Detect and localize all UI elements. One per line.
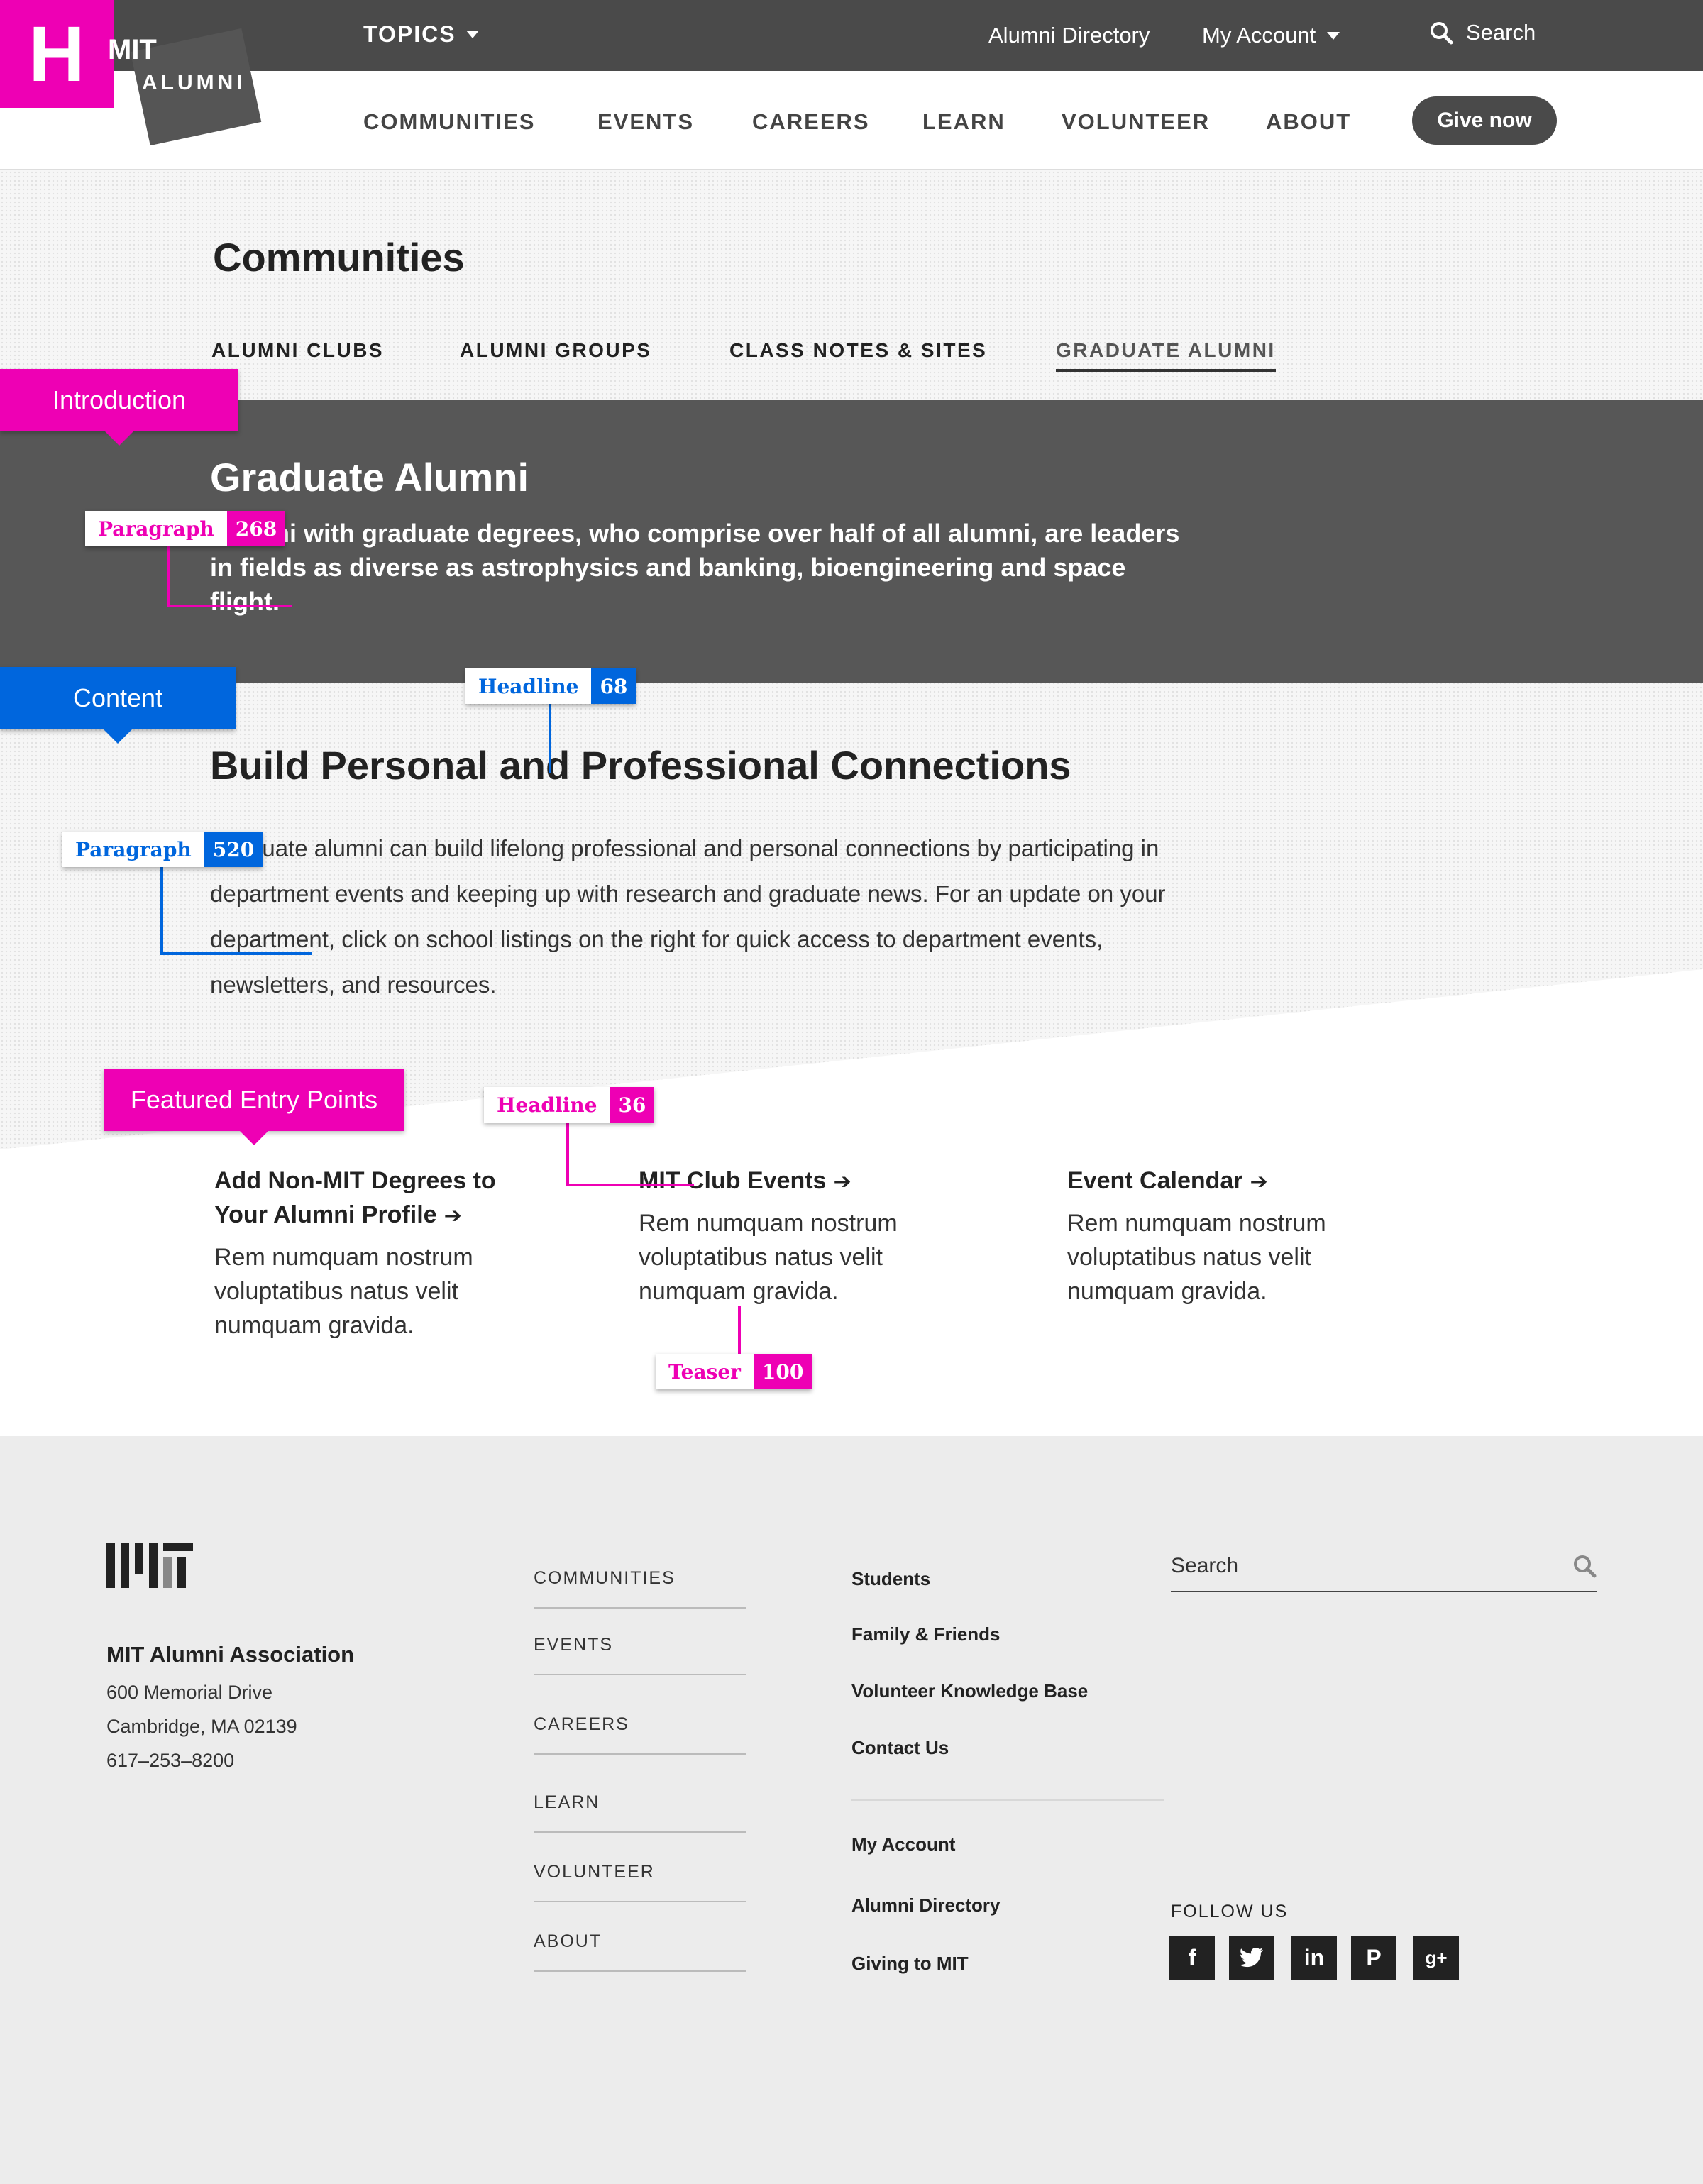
page-title: Communities: [213, 235, 465, 280]
annotation-leader-line: [167, 544, 170, 607]
annotation-leader-line: [160, 867, 163, 955]
footer-nav-communities[interactable]: COMMUNITIES: [534, 1568, 746, 1609]
footer-nav-volunteer[interactable]: VOLUNTEER: [534, 1862, 746, 1902]
annotation-leader-line: [167, 605, 292, 607]
my-account-menu[interactable]: My Account: [1202, 23, 1340, 48]
featured-item-title[interactable]: Add Non-MIT Degrees to Your Alumni Profi…: [214, 1164, 512, 1233]
annotation-leader-line: [738, 1306, 741, 1355]
annotation-paragraph-callout: Paragraph 268: [85, 511, 286, 546]
featured-item-title[interactable]: Event Calendar ➔: [1067, 1164, 1365, 1199]
facebook-icon[interactable]: f: [1169, 1936, 1215, 1980]
mit-logo[interactable]: [106, 1543, 193, 1588]
annotation-leader-line: [160, 952, 312, 955]
logo-alumni-text[interactable]: ALUMNI: [142, 71, 246, 95]
annotation-paragraph-callout: Paragraph 520: [62, 832, 263, 867]
annotation-headline-callout: Headline 36: [484, 1087, 655, 1123]
nav-volunteer[interactable]: VOLUNTEER: [1062, 109, 1210, 135]
caret-down-icon: [465, 31, 479, 38]
nav-careers[interactable]: CAREERS: [752, 109, 870, 135]
search-link[interactable]: Search: [1429, 20, 1536, 45]
arrow-right-icon: ➔: [1250, 1170, 1268, 1193]
callout-count: 100: [753, 1354, 812, 1389]
callout-count: 520: [204, 832, 263, 867]
callout-label: Headline: [465, 668, 592, 704]
footer-link-volunteer-kb[interactable]: Volunteer Knowledge Base: [852, 1680, 1088, 1702]
footer-link-family-friends[interactable]: Family & Friends: [852, 1623, 1001, 1645]
featured-item[interactable]: Add Non-MIT Degrees to Your Alumni Profi…: [214, 1164, 512, 1342]
topics-label: TOPICS: [363, 21, 456, 47]
footer-link-my-account[interactable]: My Account: [852, 1833, 955, 1855]
annotation-headline-callout: Headline 68: [465, 668, 636, 704]
annotation-leader-line: [549, 702, 551, 773]
nav-about[interactable]: ABOUT: [1266, 109, 1351, 135]
my-account-label: My Account: [1202, 23, 1316, 48]
callout-label: Teaser: [656, 1354, 754, 1389]
nav-learn[interactable]: LEARN: [922, 109, 1005, 135]
featured-item-text: Rem numquam nostrum voluptatibus natus v…: [214, 1244, 473, 1339]
google-plus-icon[interactable]: g+: [1413, 1936, 1459, 1980]
footer-link-contact-us[interactable]: Contact Us: [852, 1737, 949, 1759]
nav-communities[interactable]: COMMUNITIES: [363, 109, 535, 135]
linkedin-icon[interactable]: in: [1291, 1936, 1337, 1980]
footer-nav-careers[interactable]: CAREERS: [534, 1714, 746, 1755]
footer-phone: 617–253–8200: [106, 1750, 235, 1771]
logo-mit-text[interactable]: MIT: [108, 34, 157, 66]
pinterest-icon[interactable]: P: [1351, 1936, 1396, 1980]
search-icon[interactable]: [1572, 1554, 1597, 1578]
footer-search-field[interactable]: Search: [1171, 1554, 1597, 1592]
callout-label: Headline: [484, 1087, 610, 1123]
content-paragraph: Graduate alumni can build lifelong profe…: [210, 835, 1166, 998]
intro-paragraph: Alumni with graduate degrees, who compri…: [210, 519, 1180, 616]
footer-nav-about[interactable]: ABOUT: [534, 1931, 746, 1972]
footer-nav-events[interactable]: EVENTS: [534, 1635, 746, 1675]
featured-item-text: Rem numquam nostrum voluptatibus natus v…: [639, 1210, 898, 1305]
annotation-leader-line: [566, 1184, 694, 1186]
arrow-right-icon: ➔: [833, 1170, 852, 1193]
callout-label: Paragraph: [62, 832, 204, 867]
twitter-icon[interactable]: [1229, 1936, 1274, 1980]
content-heading: Build Personal and Professional Connecti…: [210, 743, 1071, 788]
footer: MIT Alumni Association 600 Memorial Driv…: [0, 1436, 1703, 2184]
alumni-directory-link[interactable]: Alumni Directory: [988, 23, 1150, 48]
tab-alumni-groups[interactable]: ALUMNI GROUPS: [460, 339, 652, 362]
annotation-h-marker: H: [0, 0, 114, 108]
callout-label: Paragraph: [85, 511, 227, 546]
annotation-featured-tag: Featured Entry Points: [104, 1069, 404, 1145]
nav-events[interactable]: EVENTS: [597, 109, 694, 135]
give-now-button[interactable]: Give now: [1412, 96, 1557, 145]
footer-link-giving[interactable]: Giving to MIT: [852, 1953, 969, 1975]
featured-item-title[interactable]: MIT Club Events ➔: [639, 1164, 937, 1199]
footer-nav-learn[interactable]: LEARN: [534, 1792, 746, 1833]
annotation-leader-line: [566, 1121, 569, 1186]
callout-count: 36: [610, 1087, 655, 1123]
search-icon: [1431, 22, 1453, 45]
search-label: Search: [1466, 20, 1536, 45]
intro-heading: Graduate Alumni: [210, 455, 529, 500]
footer-link-alumni-directory[interactable]: Alumni Directory: [852, 1895, 1001, 1916]
featured-item[interactable]: Event Calendar ➔ Rem numquam nostrum volu…: [1067, 1164, 1365, 1308]
footer-link-students[interactable]: Students: [852, 1568, 930, 1590]
tab-alumni-clubs[interactable]: ALUMNI CLUBS: [211, 339, 384, 362]
annotation-introduction-tag: Introduction: [0, 369, 238, 446]
annotation-content-tag: Content: [0, 667, 236, 744]
footer-org-name: MIT Alumni Association: [106, 1642, 355, 1667]
tab-graduate-alumni[interactable]: GRADUATE ALUMNI: [1056, 339, 1276, 372]
featured-item-text: Rem numquam nostrum voluptatibus natus v…: [1067, 1210, 1326, 1305]
caret-down-icon: [1327, 31, 1340, 40]
tab-class-notes-sites[interactable]: CLASS NOTES & SITES: [729, 339, 987, 362]
annotation-teaser-callout: Teaser 100: [656, 1354, 812, 1389]
callout-count: 268: [226, 511, 286, 546]
topics-menu[interactable]: TOPICS: [363, 21, 479, 48]
footer-address-city: Cambridge, MA 02139: [106, 1716, 297, 1737]
arrow-right-icon: ➔: [443, 1204, 462, 1228]
footer-address-street: 600 Memorial Drive: [106, 1682, 273, 1703]
top-utility-bar: TOPICS Alumni Directory My Account Searc…: [0, 0, 1703, 71]
follow-us-label: FOLLOW US: [1171, 1902, 1289, 1921]
footer-search-placeholder: Search: [1171, 1554, 1239, 1577]
footer-divider: [852, 1799, 1164, 1801]
callout-count: 68: [591, 668, 636, 704]
